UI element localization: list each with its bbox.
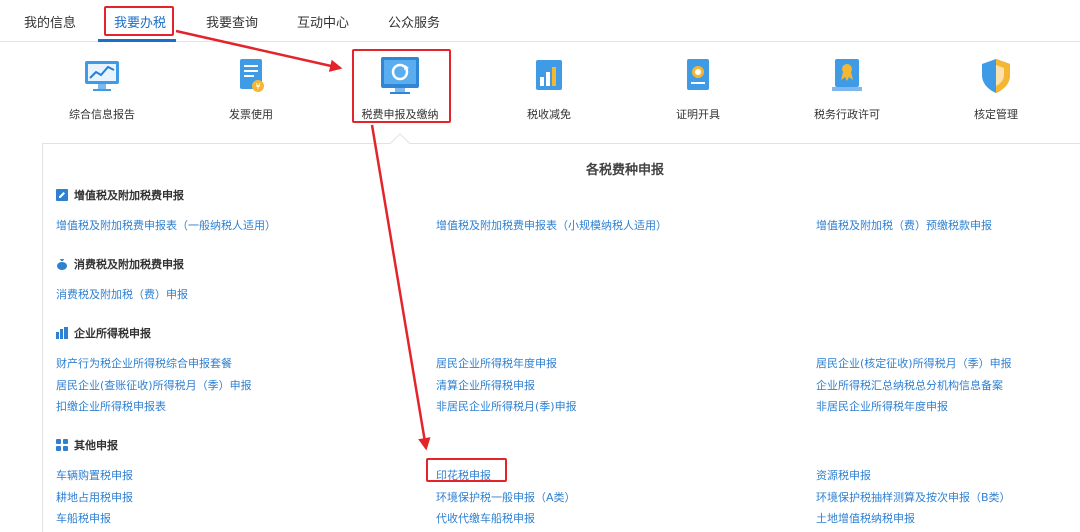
link-cit-withholding[interactable]: 扣缴企业所得税申报表 — [56, 398, 166, 414]
svg-text:¥: ¥ — [255, 82, 260, 91]
link-env-tax-general[interactable]: 环境保护税一般申报（A类） — [436, 489, 576, 505]
certificate-doc-icon — [687, 59, 709, 90]
section-title: 其他申报 — [74, 439, 118, 452]
section-consumption-tax: 消费税及附加税费申报 — [56, 256, 184, 272]
link-farmland-occupation-tax[interactable]: 耕地占用税申报 — [56, 489, 133, 505]
func-tax-reduction[interactable]: 税收减免 — [474, 56, 624, 122]
tab-public-services[interactable]: 公众服务 — [388, 12, 440, 31]
monitor-chart-icon — [85, 61, 119, 91]
link-cit-nonresident-annual[interactable]: 非居民企业所得税年度申报 — [816, 398, 948, 414]
link-vehicle-purchase-tax[interactable]: 车辆购置税申报 — [56, 467, 133, 483]
tab-my-info[interactable]: 我的信息 — [24, 12, 76, 31]
func-label: 税务行政许可 — [814, 108, 880, 121]
link-consumption-tax[interactable]: 消费税及附加税（费）申报 — [56, 286, 188, 302]
edit-square-icon — [56, 189, 68, 201]
section-title: 消费税及附加税费申报 — [74, 258, 184, 271]
link-vat-small-scale[interactable]: 增值税及附加税费申报表（小规模纳税人适用） — [436, 217, 667, 233]
link-cit-package[interactable]: 财产行为税企业所得税综合申报套餐 — [56, 355, 232, 371]
func-label: 税收减免 — [527, 108, 571, 121]
building-chart-icon — [56, 327, 68, 339]
link-vehicle-vessel-tax[interactable]: 车船税申报 — [56, 510, 111, 526]
section-vat: 增值税及附加税费申报 — [56, 187, 184, 203]
func-label: 核定管理 — [974, 108, 1018, 121]
tab-interaction-center[interactable]: 互动中心 — [297, 12, 349, 31]
money-bag-icon — [57, 259, 67, 270]
function-icon-row: 综合信息报告 ¥ 发票使用 税费申报及缴纳 税收减免 证明开具 税务行政许可 核… — [0, 42, 1080, 142]
link-cit-liquidation[interactable]: 清算企业所得税申报 — [436, 377, 535, 393]
section-title: 增值税及附加税费申报 — [74, 189, 184, 202]
tab-query[interactable]: 我要查询 — [206, 12, 258, 31]
link-resource-tax[interactable]: 资源税申报 — [816, 467, 871, 483]
license-badge-icon — [832, 59, 862, 91]
declaration-panel — [42, 143, 1080, 532]
func-label: 发票使用 — [229, 108, 273, 121]
link-cit-resident-audited-quarterly[interactable]: 居民企业(查账征收)所得税月（季）申报 — [56, 377, 252, 393]
link-vat-general-taxpayer[interactable]: 增值税及附加税费申报表（一般纳税人适用） — [56, 217, 276, 233]
bar-chart-doc-icon — [536, 60, 562, 90]
func-label: 综合信息报告 — [69, 108, 135, 121]
link-cit-nonresident-quarterly[interactable]: 非居民企业所得税月(季)申报 — [436, 398, 577, 414]
section-other: 其他申报 — [56, 437, 118, 453]
link-cit-resident-annual[interactable]: 居民企业所得税年度申报 — [436, 355, 557, 371]
link-withheld-vehicle-vessel-tax[interactable]: 代收代缴车船税申报 — [436, 510, 535, 526]
highlight-tax-declaration-icon — [352, 49, 451, 123]
grid-squares-icon — [56, 439, 68, 451]
link-land-appreciation-tax[interactable]: 土地增值税纳税申报 — [816, 510, 915, 526]
panel-title: 各税费种申报 — [585, 163, 664, 178]
section-corporate-income-tax: 企业所得税申报 — [56, 325, 151, 341]
link-env-tax-sampling[interactable]: 环境保护税抽样测算及按次申报（B类） — [816, 489, 1011, 505]
invoice-doc-icon: ¥ — [240, 59, 264, 92]
highlight-stamp-tax-link — [426, 458, 507, 482]
func-label: 证明开具 — [676, 108, 720, 121]
func-invoice-use[interactable]: ¥ 发票使用 — [176, 56, 326, 122]
link-cit-resident-assessed-quarterly[interactable]: 居民企业(核定征收)所得税月（季）申报 — [816, 355, 1012, 371]
func-administrative-license[interactable]: 税务行政许可 — [772, 56, 922, 122]
section-title: 企业所得税申报 — [74, 327, 151, 340]
func-assessment-management[interactable]: 核定管理 — [921, 56, 1071, 122]
highlight-tax-handling-tab — [104, 6, 174, 36]
func-certificate-issuance[interactable]: 证明开具 — [623, 56, 773, 122]
link-vat-prepayment[interactable]: 增值税及附加税（费）预缴税款申报 — [816, 217, 992, 233]
shield-icon — [982, 59, 1010, 93]
func-comprehensive-report[interactable]: 综合信息报告 — [27, 56, 177, 122]
tax-portal-page: 我的信息 我要办税 我要查询 互动中心 公众服务 综合信息报告 ¥ 发票使用 税… — [0, 0, 1080, 532]
link-cit-consolidated-filing[interactable]: 企业所得税汇总纳税总分机构信息备案 — [816, 377, 1003, 393]
